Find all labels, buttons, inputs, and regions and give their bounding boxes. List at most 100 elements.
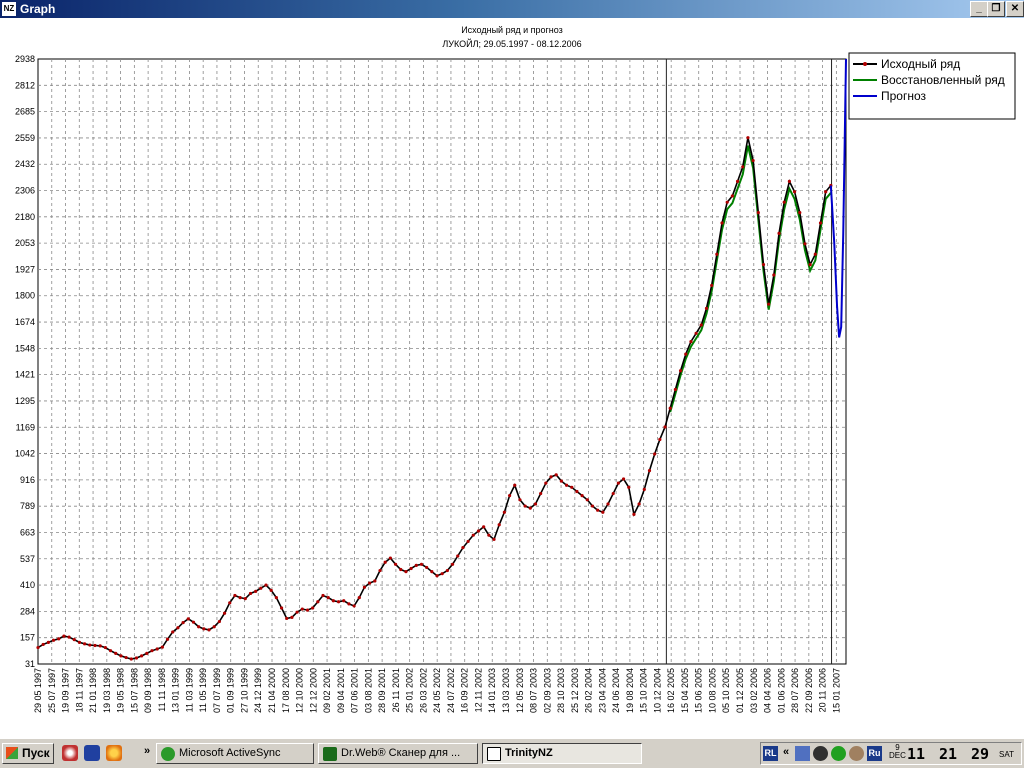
y-tick-label: 2053 [15, 238, 35, 248]
activesync-tray-icon[interactable] [831, 746, 846, 761]
tray-expand-chevron[interactable]: « [783, 746, 789, 758]
series-original-point [57, 637, 61, 641]
task-activesync[interactable]: Microsoft ActiveSync [156, 743, 314, 764]
series-original-point [523, 504, 527, 508]
series-original-point [596, 508, 600, 512]
series-original-point [798, 210, 802, 215]
series-original-point [813, 252, 817, 256]
language-rl-icon[interactable]: RL [763, 746, 778, 761]
network-icon[interactable] [795, 746, 810, 761]
language-ru-icon[interactable]: Ru [867, 746, 882, 761]
series-original-point [803, 242, 807, 246]
series-original-point [181, 620, 185, 625]
x-tick-label: 26 02 2004 [584, 668, 594, 713]
series-original-point [108, 649, 113, 653]
series-original-point [611, 491, 615, 496]
task-trinitynz[interactable]: TrinityNZ [482, 743, 642, 764]
series-original-point [212, 625, 216, 629]
y-tick-label: 31 [25, 659, 35, 669]
series-original-point [554, 473, 558, 477]
x-tick-label: 24 05 2002 [432, 668, 442, 713]
series-original-point [642, 487, 646, 491]
x-tick-label: 15 01 2007 [831, 668, 841, 713]
series-original-point [77, 640, 82, 644]
x-tick-label: 22 09 2006 [804, 668, 814, 713]
minimize-button[interactable]: _ [970, 1, 988, 17]
y-tick-label: 1927 [15, 264, 35, 274]
x-tick-label: 09 02 2001 [322, 668, 332, 713]
series-original-point [730, 194, 734, 198]
series-original-point [248, 591, 253, 596]
x-tick-label: 11 03 1999 [184, 668, 194, 712]
series-original-point [419, 562, 424, 566]
series-original-point [88, 643, 92, 647]
series-original-point [585, 498, 589, 502]
x-tick-label: 19 05 1998 [116, 668, 126, 713]
close-button[interactable]: ✕ [1006, 1, 1024, 17]
series-original-point [440, 572, 444, 576]
y-tick-label: 2812 [15, 80, 35, 90]
quicklaunch-more[interactable]: » [144, 745, 150, 757]
chart-title: Исходный ряд и прогноз [461, 25, 563, 35]
series-original-point [160, 645, 164, 649]
y-tick-label: 410 [20, 580, 35, 590]
series-original-point [72, 638, 76, 642]
series-original-point [792, 190, 797, 194]
x-tick-label: 15 06 2005 [694, 668, 704, 713]
start-label: Пуск [22, 746, 50, 760]
series-original-point [171, 630, 175, 634]
x-tick-label: 03 08 2001 [363, 668, 373, 713]
series-original-point [782, 200, 786, 204]
series-original-point [305, 608, 310, 612]
series-original-point [202, 627, 206, 631]
series-original-point [352, 604, 356, 608]
series-original-point [756, 210, 760, 215]
window-titlebar[interactable]: NZ Graph _ ❐ ✕ [0, 0, 1024, 18]
series-original-point [502, 510, 506, 514]
series-original-point [746, 136, 750, 140]
quicklaunch-browser-icon[interactable] [106, 745, 122, 761]
x-tick-label: 24 06 2004 [611, 668, 621, 713]
series-original-point [621, 477, 626, 481]
x-tick-label: 13 01 1999 [171, 668, 181, 713]
series-original-point [279, 606, 284, 610]
series-original-point [777, 231, 781, 236]
series-original-point [145, 651, 149, 655]
x-tick-label: 05 10 2005 [721, 668, 731, 713]
series-original-point [295, 610, 299, 614]
x-tick-label: 01 06 2006 [776, 668, 786, 713]
series-original-point [590, 504, 595, 508]
start-button[interactable]: Пуск [2, 743, 54, 764]
legend-label: Прогноз [881, 89, 927, 103]
task-drweb[interactable]: Dr.Web® Сканер для ... [318, 743, 478, 764]
graph-client-area: Исходный ряд и прогноз ЛУКОЙЛ; 29.05.1997… [0, 18, 1024, 738]
series-original-point [507, 494, 512, 498]
antivirus-spider-icon[interactable] [813, 746, 828, 761]
y-tick-label: 1548 [15, 343, 35, 353]
quicklaunch-opera-icon[interactable] [62, 745, 78, 761]
clock-month: DEC [889, 751, 906, 760]
series-original-point [243, 597, 247, 601]
y-tick-label: 2685 [15, 107, 35, 117]
series-original-point [497, 523, 501, 527]
x-tick-label: 19 09 1997 [61, 668, 71, 713]
series-original-point [119, 654, 123, 658]
legend-marker [863, 62, 867, 66]
x-tick-label: 23 04 2004 [597, 668, 607, 713]
restore-button[interactable]: ❐ [987, 1, 1005, 17]
x-tick-label: 20 11 2006 [818, 668, 828, 712]
x-tick-label: 15 10 2004 [639, 668, 649, 713]
windows-logo-icon [6, 747, 18, 759]
series-original-point [767, 302, 771, 306]
x-tick-label: 26 03 2002 [418, 668, 428, 713]
clock-date[interactable]: 9 DEC [889, 744, 906, 760]
volume-icon[interactable] [849, 746, 864, 761]
series-original-point [466, 539, 470, 544]
y-tick-label: 2938 [15, 54, 35, 64]
quicklaunch-save-icon[interactable] [84, 745, 100, 761]
x-tick-label: 09 09 1998 [143, 668, 153, 713]
series-original-point [476, 529, 481, 533]
x-tick-label: 19 03 1998 [102, 668, 112, 713]
x-tick-label: 18 11 1997 [74, 668, 84, 712]
y-tick-label: 2432 [15, 159, 35, 169]
